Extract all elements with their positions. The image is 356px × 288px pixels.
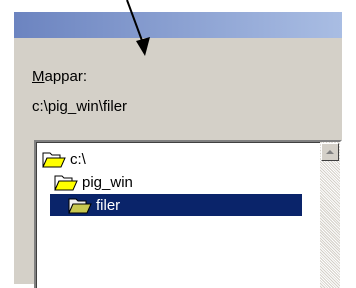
folders-label-accesskey: M (32, 68, 45, 85)
tree-item-label: c:\ (70, 150, 86, 168)
open-folder-icon (54, 175, 78, 191)
tree-item-label: filer (96, 196, 121, 214)
vertical-scrollbar[interactable] (320, 142, 340, 288)
scroll-up-button[interactable] (321, 143, 339, 161)
tree-item-root[interactable]: c:\ (42, 148, 86, 170)
folders-label: Mappar: (32, 68, 87, 85)
folders-label-text: appar: (44, 68, 88, 85)
folder-tree-listbox[interactable]: c:\ pig_win filer (34, 140, 342, 288)
triangle-up-icon (326, 150, 334, 154)
title-bar (14, 12, 342, 38)
open-folder-icon (42, 152, 66, 168)
current-path: c:\pig_win\filer (32, 98, 128, 115)
open-folder-icon (68, 198, 92, 214)
screenshot: Mappar: c:\pig_win\filer c:\ pig_win fil… (0, 0, 356, 288)
folder-dialog: Mappar: c:\pig_win\filer c:\ pig_win fil… (14, 12, 342, 288)
tree-item-filer-selected[interactable]: filer (50, 194, 302, 216)
tree-item-pig-win[interactable]: pig_win (54, 171, 133, 193)
tree-item-label: pig_win (82, 173, 133, 191)
